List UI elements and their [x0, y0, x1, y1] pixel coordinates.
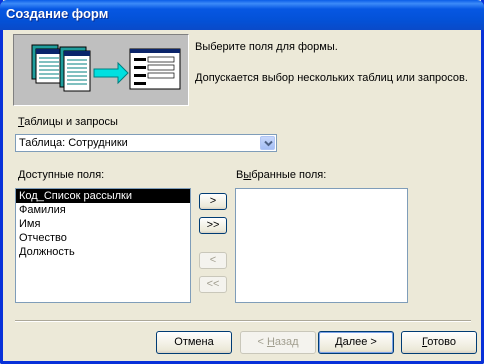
available-fields-list[interactable]: Код_Список рассылки Фамилия Имя Отчество…: [15, 188, 191, 303]
available-fields-label: Доступные поля:: [18, 169, 104, 181]
chevron-down-icon[interactable]: [260, 136, 275, 150]
label-text: азад: [274, 336, 299, 348]
add-field-button[interactable]: >: [199, 193, 227, 210]
selected-fields-list[interactable]: [235, 188, 408, 303]
cancel-button[interactable]: Отмена: [156, 331, 232, 354]
label-text: алее >: [342, 336, 377, 348]
list-item[interactable]: Код_Список рассылки: [16, 189, 190, 203]
footer-divider: [15, 320, 471, 322]
wizard-illustration-icon: [13, 34, 189, 106]
instruction-text: Выберите поля для формы.: [195, 41, 338, 53]
next-button[interactable]: Далее >: [318, 331, 394, 354]
tables-queries-label: Таблицы и запросы: [18, 116, 118, 128]
list-item[interactable]: Имя: [16, 217, 190, 231]
remove-field-button[interactable]: <: [199, 252, 227, 269]
list-item[interactable]: Фамилия: [16, 203, 190, 217]
label-text: бранные поля:: [251, 169, 327, 181]
hint-text: Допускается выбор нескольких таблиц или …: [195, 72, 468, 84]
selected-fields-label: Выбранные поля:: [236, 169, 326, 181]
form-wizard-window: Создание форм Выберите поля для формы. Д…: [0, 0, 484, 364]
list-item[interactable]: Должность: [16, 245, 190, 259]
wizard-content: Выберите поля для формы. Допускается выб…: [3, 30, 481, 361]
mnemonic: Д: [335, 336, 343, 348]
label-text: отово: [427, 336, 456, 348]
mnemonic: Д: [18, 169, 26, 181]
tables-queries-select[interactable]: Таблица: Сотрудники: [15, 134, 277, 152]
window-title: Создание форм: [6, 6, 109, 21]
label-text: <: [257, 336, 267, 348]
label-text: оступные поля:: [25, 169, 105, 181]
remove-all-fields-button[interactable]: <<: [199, 276, 227, 293]
select-value: Таблица: Сотрудники: [19, 137, 128, 149]
mnemonic: Н: [266, 336, 275, 348]
label-text: аблицы и запросы: [24, 116, 118, 128]
list-item[interactable]: Отчество: [16, 231, 190, 245]
finish-button[interactable]: Готово: [401, 331, 477, 354]
back-button[interactable]: < Назад: [240, 331, 316, 354]
add-all-fields-button[interactable]: >>: [199, 217, 227, 234]
title-bar[interactable]: Создание форм: [0, 0, 484, 30]
